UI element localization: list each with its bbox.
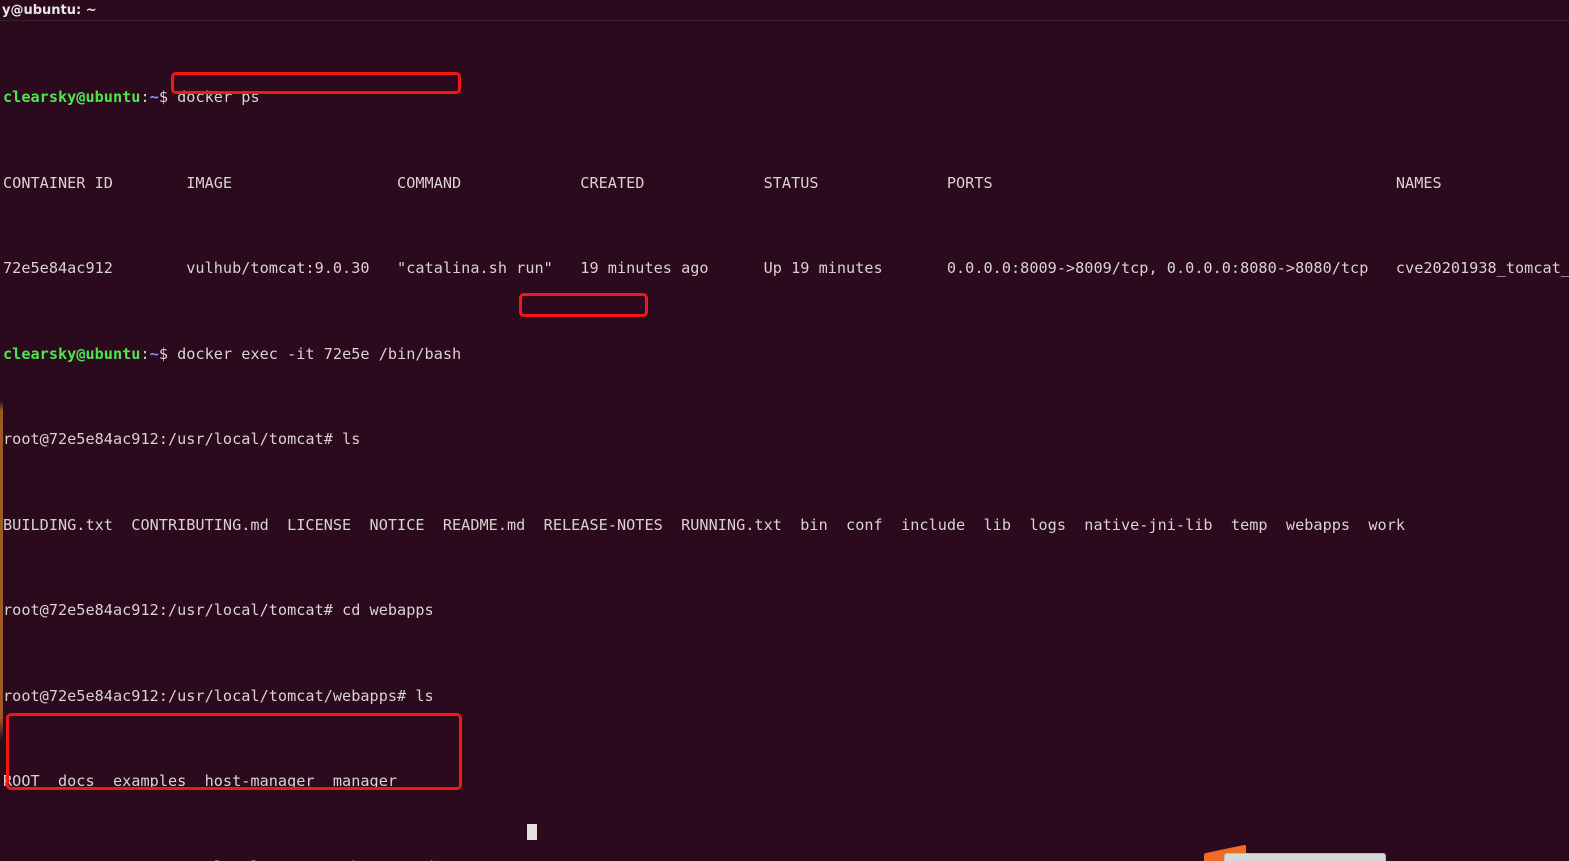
listing-webapps: ROOT docs examples host-manager manager <box>3 772 398 791</box>
prompt-container-webapps: root@72e5e84ac912:/usr/local/tomcat/weba… <box>3 858 415 861</box>
command-ls: ls <box>415 686 434 705</box>
terminal-line-prompt-docker-exec: clearsky@ubuntu:~$ docker exec -it 72e5e… <box>3 344 1569 363</box>
background-window-edge[interactable] <box>1224 853 1386 861</box>
terminal-line-prompt-ls-webapps: root@72e5e84ac912:/usr/local/tomcat/weba… <box>3 686 1569 705</box>
prompt-container-tomcat: root@72e5e84ac912:/usr/local/tomcat# <box>3 430 343 449</box>
terminal-line-prompt-cd-webapps: root@72e5e84ac912:/usr/local/tomcat# cd … <box>3 602 1569 619</box>
window-titlebar[interactable]: y@ubuntu: ~ <box>0 0 1569 21</box>
command-cd-webapps: cd webapps <box>342 601 434 620</box>
prompt-sigil: $ <box>158 88 178 107</box>
prompt-path: ~ <box>149 344 159 363</box>
window-title: y@ubuntu: ~ <box>2 2 97 18</box>
command-cd-root: cd ROOT <box>415 858 479 861</box>
listing-tomcat-home: BUILDING.txt CONTRIBUTING.md LICENSE NOT… <box>3 515 1406 534</box>
prompt-user: clearsky@ubuntu <box>3 344 141 363</box>
prompt-container-tomcat: root@72e5e84ac912:/usr/local/tomcat# <box>3 601 343 620</box>
terminal-cursor <box>527 824 537 840</box>
prompt-colon: : <box>140 88 150 107</box>
desktop-screen: y@ubuntu: ~ clearsky@ubuntu:~$ docker ps… <box>0 0 1569 861</box>
prompt-user: clearsky@ubuntu <box>3 88 141 107</box>
docker-ps-header-row: CONTAINER ID IMAGE COMMAND CREATED STATU… <box>3 173 1442 192</box>
command-ls: ls <box>342 430 361 449</box>
command-docker-exec: docker exec -it 72e5e /bin/bash <box>177 344 462 363</box>
prompt-container-webapps: root@72e5e84ac912:/usr/local/tomcat/weba… <box>3 686 416 705</box>
command-docker-ps: docker ps <box>177 88 260 107</box>
prompt-path: ~ <box>149 88 159 107</box>
terminal-line-prompt-docker-ps: clearsky@ubuntu:~$ docker ps <box>3 89 1569 106</box>
terminal-lines: clearsky@ubuntu:~$ docker ps CONTAINER I… <box>3 21 1569 861</box>
terminal-output-area[interactable]: clearsky@ubuntu:~$ docker ps CONTAINER I… <box>0 21 1569 861</box>
docker-ps-data-row: 72e5e84ac912 vulhub/tomcat:9.0.30 "catal… <box>3 259 1569 278</box>
prompt-sigil: $ <box>158 344 178 363</box>
prompt-colon: : <box>140 344 150 363</box>
terminal-line-prompt-ls-tomcat: root@72e5e84ac912:/usr/local/tomcat# ls <box>3 431 1569 448</box>
